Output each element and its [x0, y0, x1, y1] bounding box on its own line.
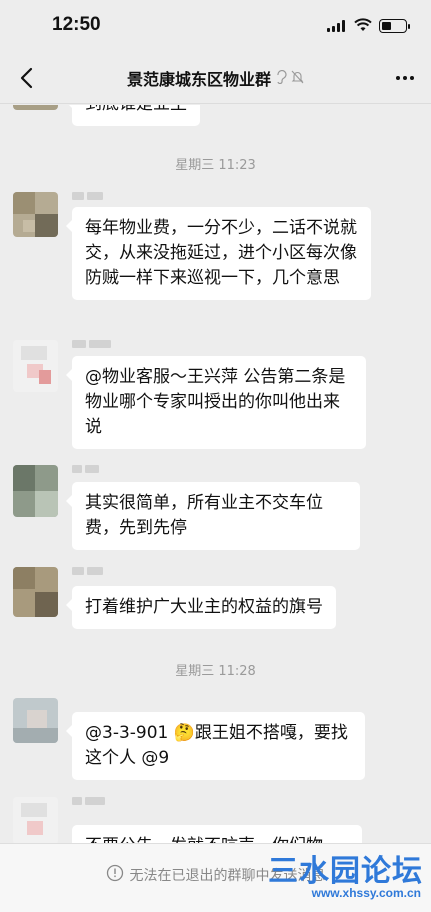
wifi-icon: [354, 17, 372, 36]
avatar[interactable]: [13, 797, 58, 843]
sender-name: [72, 567, 103, 579]
watermark: 三水园论坛 www.xhssy.com.cn: [245, 846, 425, 906]
message-row: @3-3-901 🤔跟王姐不搭嘎，要找这个人 @9: [0, 698, 431, 788]
avatar[interactable]: [13, 340, 58, 392]
page-title: 景范康城东区物业群: [126, 70, 271, 89]
message-row: @物业客服～王兴萍 公告第二条是物业哪个专家叫授出的你叫他出来说: [0, 340, 431, 450]
watermark-url: www.xhssy.com.cn: [311, 886, 421, 900]
back-button[interactable]: [10, 62, 42, 94]
info-icon: [106, 864, 124, 886]
sender-name: [72, 192, 103, 204]
sender-name: [72, 797, 105, 809]
avatar[interactable]: [13, 698, 58, 743]
message-bubble[interactable]: @物业客服～王兴萍 公告第二条是物业哪个专家叫授出的你叫他出来说: [66, 356, 366, 449]
status-time: 12:50: [52, 14, 101, 35]
avatar[interactable]: [13, 105, 58, 110]
message-bubble[interactable]: @3-3-901 🤔跟王姐不搭嘎，要找这个人 @9: [66, 712, 365, 780]
sender-name: [72, 465, 99, 477]
message-bubble[interactable]: 打着维护广大业主的权益的旗号: [66, 586, 336, 629]
nav-bar: 景范康城东区物业群: [0, 52, 431, 104]
message-bubble[interactable]: 到底谁是业主: [66, 105, 200, 126]
more-button[interactable]: [389, 62, 421, 94]
signal-icon: [327, 20, 347, 32]
watermark-title: 三水园论坛: [268, 855, 423, 888]
message-row: 不要公告一发就不吭声，你们物: [0, 797, 431, 843]
message-bubble[interactable]: 每年物业费，一分不少，二话不说就交，从来没拖延过，进个小区每次像防贼一样下来巡视…: [66, 207, 371, 300]
message-row: 每年物业费，一分不少，二话不说就交，从来没拖延过，进个小区每次像防贼一样下来巡视…: [0, 192, 431, 322]
mute-bell-icon: [291, 69, 304, 88]
timestamp: 星期三 11:23: [175, 158, 256, 173]
avatar[interactable]: [13, 465, 58, 517]
chevron-left-icon: [20, 67, 33, 89]
chat-area[interactable]: 到底谁是业主 星期三 11:23 每年物业费，一分不少，二话不说就交，从来没拖延…: [0, 105, 431, 843]
ear-icon: [275, 69, 287, 88]
status-bar: 12:50: [0, 0, 431, 52]
message-bubble[interactable]: 其实很简单，所有业主不交车位费，先到先停: [66, 482, 360, 550]
message-row: 其实很简单，所有业主不交车位费，先到先停: [0, 465, 431, 555]
avatar[interactable]: [13, 567, 58, 617]
status-icons: [327, 17, 410, 36]
message-row: 打着维护广大业主的权益的旗号: [0, 567, 431, 637]
message-bubble[interactable]: 不要公告一发就不吭声，你们物: [72, 825, 362, 843]
nav-title-wrap: 景范康城东区物业群: [60, 52, 371, 104]
timestamp: 星期三 11:28: [175, 664, 256, 679]
battery-icon: [379, 19, 410, 33]
message-row: 到底谁是业主: [0, 105, 431, 131]
sender-name: [72, 340, 111, 352]
avatar[interactable]: [13, 192, 58, 237]
